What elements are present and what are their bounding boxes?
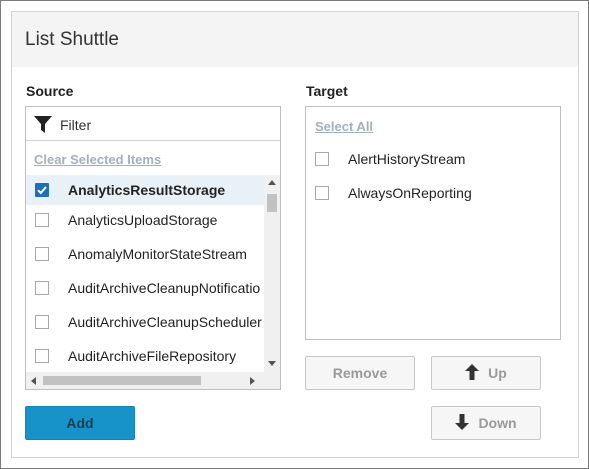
source-item-label: AnalyticsUploadStorage (68, 212, 218, 228)
checkbox[interactable] (315, 186, 329, 200)
app-frame: List Shuttle Source Filter Clear Selecte… (0, 0, 589, 469)
checkbox[interactable] (35, 315, 49, 329)
filter-icon (34, 116, 52, 133)
horizontal-scrollbar[interactable] (26, 372, 264, 389)
source-list-box: Filter Clear Selected Items AnalyticsRes… (25, 106, 281, 390)
checkbox[interactable] (35, 247, 49, 261)
checkbox[interactable] (35, 281, 49, 295)
target-list-item[interactable]: AlertHistoryStream (306, 144, 560, 174)
vertical-scrollbar[interactable] (264, 175, 280, 372)
scroll-up-arrow-icon[interactable] (268, 180, 276, 185)
source-list-item[interactable]: AnomalyMonitorStateStream (26, 239, 264, 269)
scroll-down-arrow-icon[interactable] (268, 361, 276, 366)
target-item-label: AlertHistoryStream (348, 151, 466, 167)
checkbox[interactable] (315, 152, 329, 166)
source-list-item[interactable]: AuditArchiveCleanupScheduler (26, 307, 264, 337)
panel-header: List Shuttle (12, 12, 578, 67)
target-list-box: Select All AlertHistoryStream AlwaysOnRe… (305, 106, 561, 340)
select-all-link[interactable]: Select All (315, 119, 373, 134)
source-list-item[interactable]: AnalyticsUploadStorage (26, 205, 264, 235)
scrollbar-corner (264, 372, 280, 389)
target-list-item[interactable]: AlwaysOnReporting (306, 178, 560, 208)
filter-placeholder: Filter (60, 117, 92, 133)
checkbox[interactable] (35, 349, 49, 363)
scroll-right-arrow-icon[interactable] (250, 377, 255, 385)
check-icon (35, 183, 49, 197)
add-button[interactable]: Add (25, 406, 135, 440)
source-item-label: AuditArchiveCleanupNotificatio (68, 280, 261, 296)
target-label: Target (306, 83, 348, 99)
remove-button[interactable]: Remove (305, 356, 415, 390)
source-list-item[interactable]: AnalyticsResultStorage (26, 175, 264, 205)
scroll-thumb[interactable] (267, 194, 277, 212)
scroll-left-arrow-icon[interactable] (31, 377, 36, 385)
source-item-label: AnomalyMonitorStateStream (68, 246, 247, 262)
clear-selected-items-link[interactable]: Clear Selected Items (34, 152, 161, 167)
checkbox-checked[interactable] (35, 183, 49, 197)
arrow-down-icon (455, 413, 470, 433)
checkbox[interactable] (35, 213, 49, 227)
up-button-label: Up (488, 365, 507, 381)
source-item-label: AnalyticsResultStorage (68, 182, 226, 198)
source-item-label: AuditArchiveFileRepository (68, 348, 237, 364)
down-button-label: Down (478, 415, 517, 431)
panel-title: List Shuttle (25, 29, 119, 50)
arrow-up-icon (465, 363, 480, 383)
source-item-label: AuditArchiveCleanupScheduler (68, 314, 262, 330)
down-button[interactable]: Down (431, 406, 541, 440)
source-label: Source (26, 83, 74, 99)
add-button-label: Add (66, 415, 94, 431)
scroll-thumb[interactable] (43, 376, 201, 385)
source-list: AnalyticsResultStorage AnalyticsUploadSt… (26, 175, 264, 372)
filter-input[interactable]: Filter (26, 107, 280, 141)
remove-button-label: Remove (332, 365, 388, 381)
target-item-label: AlwaysOnReporting (348, 185, 472, 201)
up-button[interactable]: Up (431, 356, 541, 390)
source-list-item[interactable]: AuditArchiveCleanupNotificatio (26, 273, 264, 303)
source-list-item[interactable]: AuditArchiveFileRepository (26, 341, 264, 371)
